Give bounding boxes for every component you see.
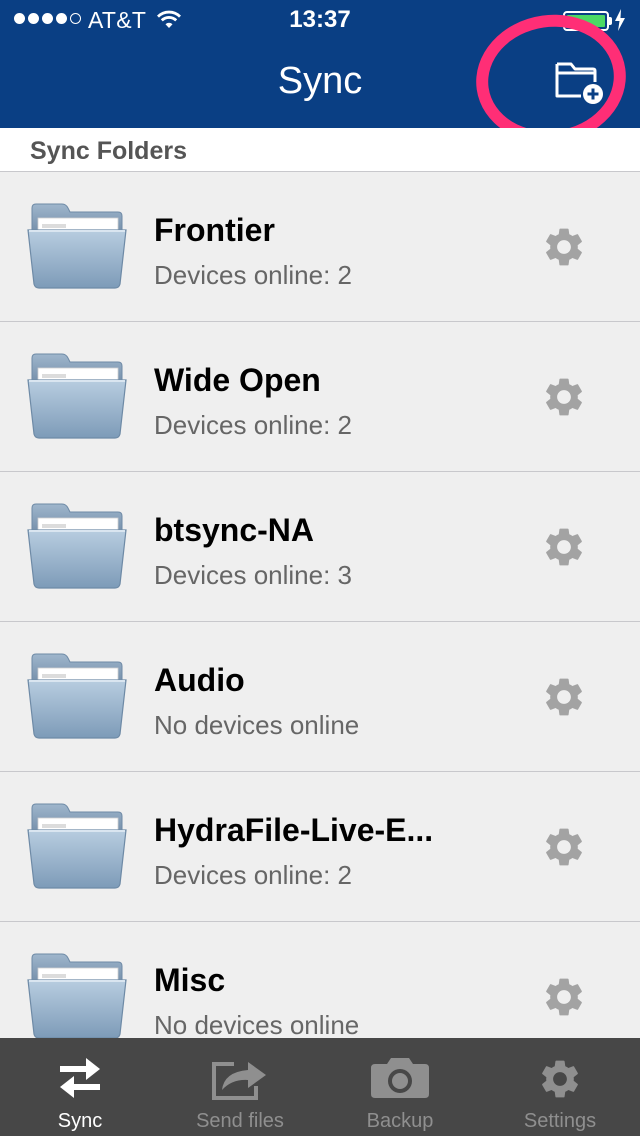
- folder-icon: [26, 800, 128, 890]
- gear-icon: [537, 1056, 583, 1102]
- tab-label: Settings: [523, 1110, 597, 1132]
- folder-row[interactable]: btsync-NA Devices online: 3: [0, 472, 640, 622]
- folder-name: btsync-NA: [154, 512, 315, 548]
- folder-settings-gear-icon[interactable]: [541, 824, 587, 870]
- folder-row[interactable]: Misc No devices online: [0, 922, 640, 1038]
- battery-tip: [609, 17, 612, 25]
- folder-name: Misc: [154, 962, 226, 998]
- folder-icon: [26, 350, 128, 440]
- folder-icon: [26, 950, 128, 1038]
- folder-icon: [26, 650, 128, 740]
- folder-icon: [26, 200, 128, 290]
- section-title: Sync Folders: [30, 137, 187, 165]
- camera-icon: [371, 1058, 429, 1098]
- folder-icon: [26, 500, 128, 590]
- folder-settings-gear-icon[interactable]: [541, 374, 587, 420]
- folder-status: Devices online: 2: [154, 410, 352, 440]
- folder-name: Wide Open: [154, 362, 321, 398]
- folder-settings-gear-icon[interactable]: [541, 224, 587, 270]
- folder-settings-gear-icon[interactable]: [541, 674, 587, 720]
- tab-settings[interactable]: Settings: [480, 1038, 640, 1136]
- folder-settings-gear-icon[interactable]: [541, 524, 587, 570]
- folder-name: Audio: [154, 662, 245, 698]
- tab-bar: Sync Send files Backup Settings: [0, 1038, 640, 1136]
- tab-label: Backup: [366, 1110, 434, 1132]
- folder-status: No devices online: [154, 710, 360, 740]
- folder-row[interactable]: Wide Open Devices online: 2: [0, 322, 640, 472]
- navigation-bar: AT&T 13:37 Sync: [0, 0, 640, 153]
- folder-list: Frontier Devices online: 2 Wide Open Dev…: [0, 172, 640, 1038]
- tab-label: Sync: [57, 1110, 103, 1132]
- folder-name: HydraFile-Live-E...: [154, 812, 434, 848]
- section-header: Sync Folders: [0, 128, 640, 172]
- tab-sync[interactable]: Sync: [0, 1038, 160, 1136]
- charging-bolt-icon: [615, 9, 625, 31]
- folder-row[interactable]: Frontier Devices online: 2: [0, 172, 640, 322]
- folder-row[interactable]: HydraFile-Live-E... Devices online: 2: [0, 772, 640, 922]
- folder-status: Devices online: 2: [154, 260, 352, 290]
- tab-send-files[interactable]: Send files: [160, 1038, 320, 1136]
- tab-backup[interactable]: Backup: [320, 1038, 480, 1136]
- sync-arrows-icon: [60, 1058, 100, 1098]
- share-arrow-icon: [212, 1062, 266, 1100]
- tab-label: Send files: [196, 1110, 284, 1132]
- folder-status: Devices online: 3: [154, 560, 352, 590]
- folder-name: Frontier: [154, 212, 275, 248]
- folder-status: No devices online: [154, 1010, 360, 1038]
- folder-status: Devices online: 2: [154, 860, 352, 890]
- folder-settings-gear-icon[interactable]: [541, 974, 587, 1020]
- folder-row[interactable]: Audio No devices online: [0, 622, 640, 772]
